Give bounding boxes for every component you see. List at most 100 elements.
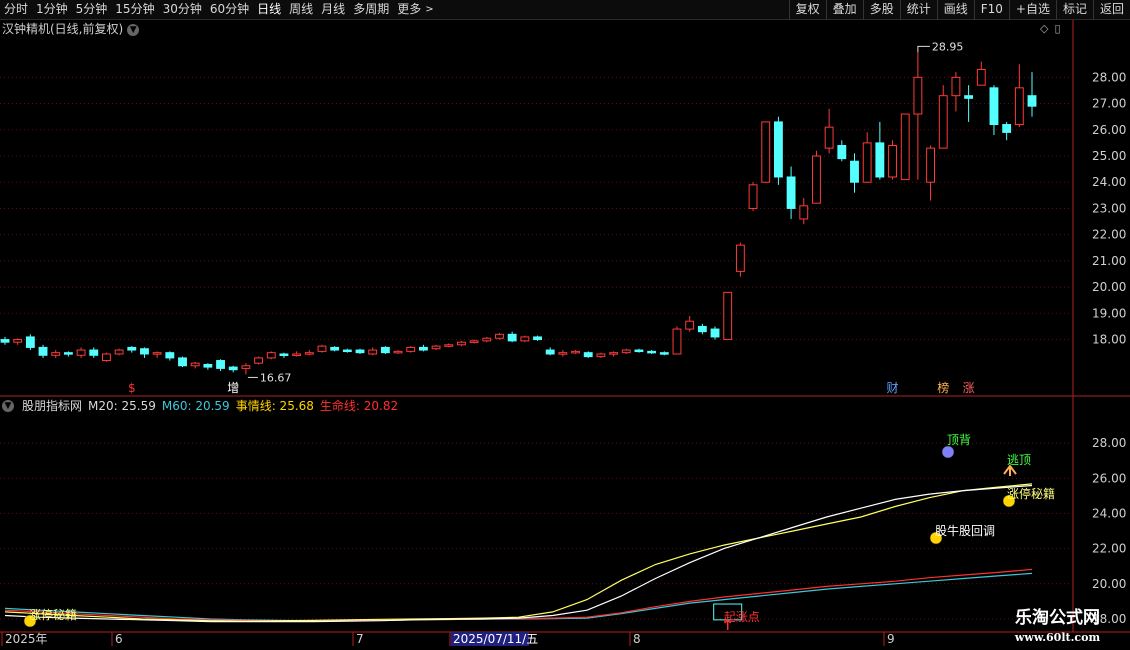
date-label: 2025/07/11/五 (453, 632, 538, 646)
indicator-tick-label: 20.00 (1092, 577, 1126, 591)
high-price-label: 28.95 (932, 40, 964, 53)
candle-body (926, 147, 935, 183)
candle-body (773, 121, 783, 178)
indicator-tick-label: 22.00 (1092, 542, 1126, 556)
candle-body (634, 349, 644, 353)
candle-body (241, 365, 251, 369)
watermark-name: 乐淘公式网 (1015, 608, 1100, 628)
candle-body (279, 353, 289, 356)
price-tick-label: 23.00 (1092, 201, 1126, 215)
candle-body (203, 363, 213, 368)
candle-body (862, 142, 872, 183)
candle-body (723, 291, 733, 341)
candle-body (571, 350, 580, 354)
candle-body (178, 357, 187, 367)
candle-body (304, 352, 314, 355)
candle-body (51, 352, 61, 356)
candle-body (431, 345, 441, 350)
candle-body (380, 346, 390, 354)
candle-body (812, 155, 821, 204)
candle-body (786, 176, 796, 209)
candle-body (444, 344, 454, 347)
price-tick-label: 27.00 (1092, 97, 1126, 111)
high-marker-line (917, 45, 930, 53)
niugu-label: 股牛股回调 (935, 523, 995, 538)
candle-body (913, 76, 923, 115)
candle-body (609, 352, 619, 355)
candle-body (152, 352, 162, 355)
candle-body (748, 184, 758, 209)
shengming-line (4, 568, 1033, 622)
candle-body (989, 87, 999, 126)
candle-body (1014, 87, 1024, 126)
candle-body (533, 336, 542, 341)
event-marker: $ (128, 381, 136, 395)
date-label: 8 (633, 632, 641, 646)
candle-body (951, 76, 961, 97)
candle-body (837, 145, 847, 160)
candle-body (190, 362, 200, 367)
price-tick-label: 19.00 (1092, 306, 1126, 320)
dingbei-face-icon (941, 445, 955, 459)
price-tick-label: 25.00 (1092, 149, 1126, 163)
candle-body (558, 352, 568, 355)
price-tick-label: 21.00 (1092, 254, 1126, 268)
candle-body (114, 349, 124, 355)
candle-body (330, 346, 340, 351)
candle-body (850, 160, 859, 183)
candle-body (545, 349, 555, 355)
watermark-url: www.60lt.com (1014, 631, 1101, 644)
candle-body (824, 126, 834, 149)
event-marker: 榜 (937, 380, 949, 395)
zhangting-right-label: 涨停秘籍 (1007, 486, 1055, 501)
candle-body (1002, 124, 1012, 133)
candle-body (469, 340, 479, 343)
candle-body (1027, 95, 1037, 107)
event-marker: 增 (227, 381, 239, 395)
indicator-tick-label: 28.00 (1092, 436, 1126, 450)
price-tick-label: 20.00 (1092, 280, 1126, 294)
price-tick-label: 18.00 (1092, 333, 1126, 347)
candle-body (875, 142, 885, 178)
candle-body (964, 95, 974, 99)
candle-body (228, 366, 238, 371)
watermark: 乐淘公式网 www.60lt.com (985, 606, 1130, 650)
price-tick-label: 28.00 (1092, 70, 1126, 84)
candle-body (761, 121, 771, 183)
m20-line (4, 484, 1033, 623)
candle-body (938, 95, 948, 149)
dingbei-label: 顶背 (947, 433, 971, 447)
candle-body (596, 353, 606, 358)
candle-body (355, 349, 365, 354)
candle-body (89, 349, 99, 356)
candle-body (418, 346, 428, 351)
candle-body (165, 352, 175, 359)
candle-body (735, 244, 745, 272)
qizhang-label: 起涨点 (724, 609, 760, 624)
shiqing-line (4, 483, 1033, 622)
candle-body (697, 325, 707, 333)
candle-body (495, 333, 504, 339)
candle-body (457, 341, 466, 346)
candle-body (685, 320, 695, 330)
candle-body (76, 349, 86, 356)
candle-body (216, 360, 225, 369)
candle-body (976, 68, 986, 86)
price-tick-label: 26.00 (1092, 123, 1126, 137)
candle-body (672, 328, 682, 355)
stock-chart[interactable]: 28.00 27.00 26.00 25.00 24.00 23.00 22.00 21.00… (0, 0, 1130, 650)
low-price-label: 16.67 (260, 371, 292, 384)
date-label: 7 (356, 632, 364, 646)
taoding-arrow-icon (1003, 464, 1017, 476)
candle-body (710, 328, 720, 338)
candle-body (254, 357, 264, 364)
candle-body (888, 145, 897, 178)
candle-body (140, 348, 149, 355)
candle-body (406, 346, 416, 352)
candle-body (583, 352, 593, 358)
candle-body (393, 350, 403, 354)
event-marker: 财 (887, 381, 899, 395)
date-label: 2025年 (5, 632, 48, 646)
candle-body (38, 346, 48, 356)
date-label: 6 (115, 632, 123, 646)
